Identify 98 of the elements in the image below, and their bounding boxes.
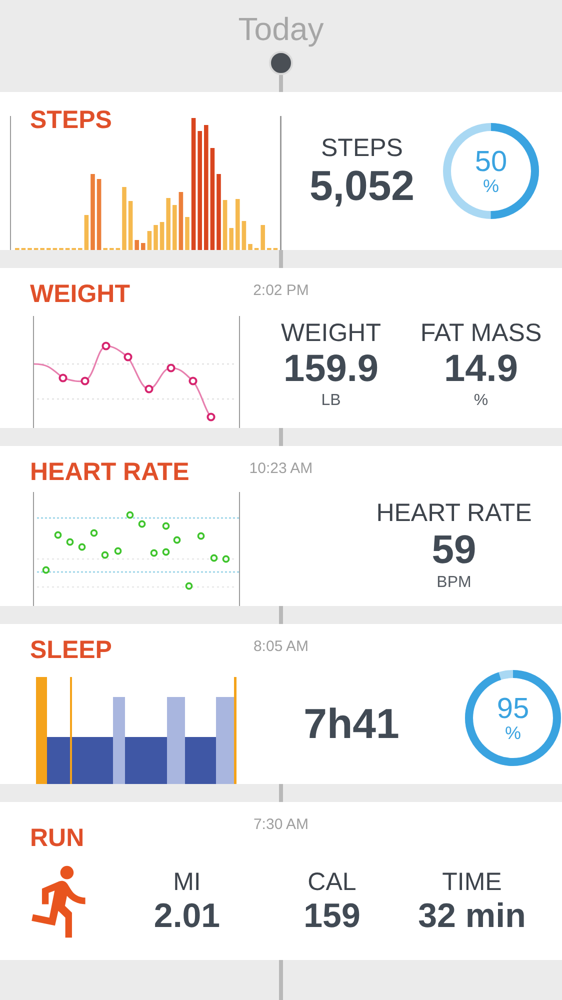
data-point [197, 532, 205, 540]
data-point [90, 530, 98, 537]
chart-bar [248, 244, 252, 250]
time-label: 8:05 AM [253, 637, 309, 658]
chart-bar [40, 248, 44, 250]
stat-unit: % [474, 391, 488, 412]
chart-bar [185, 217, 190, 250]
chart-bar [96, 179, 102, 250]
chart-bar [229, 228, 234, 250]
chart-bar [103, 248, 108, 250]
chart-bar [178, 192, 184, 250]
chart-bar [46, 248, 51, 250]
stat-unit: LB [321, 391, 341, 412]
chart-bar [166, 198, 170, 250]
data-point [150, 550, 158, 557]
chart-bar [222, 200, 228, 250]
data-point [78, 544, 86, 551]
chart-bar [28, 248, 32, 250]
deep-sleep-bar [185, 737, 216, 784]
stat-label: CAL [308, 867, 356, 898]
stat-value: 159 [304, 897, 360, 936]
stat-unit: BPM [436, 573, 472, 594]
stat-value: 159.9 [283, 348, 379, 390]
chart-bar [122, 187, 126, 250]
time-label: 2:02 PM [253, 280, 309, 301]
deep-sleep-bar [47, 737, 70, 784]
chart-bar [147, 231, 152, 250]
chart-bar [59, 248, 64, 250]
data-point [173, 536, 181, 544]
chart-bar [172, 205, 177, 250]
data-point [210, 554, 218, 562]
data-point [126, 512, 134, 519]
chart-bar [254, 248, 259, 250]
stat-value: 59 [432, 528, 476, 572]
deep-sleep-bar [125, 737, 167, 784]
data-point [166, 364, 176, 373]
data-point [144, 384, 154, 394]
card-title: HEART RATE [29, 458, 190, 486]
chart-bar [236, 199, 240, 250]
data-point [206, 412, 216, 422]
timeline-dot [269, 51, 293, 75]
stat-label: MI [173, 867, 201, 898]
data-point [162, 522, 170, 530]
stat-label: WEIGHT [281, 318, 381, 348]
data-point [124, 352, 132, 362]
chart-bar [267, 248, 272, 250]
stat-label: TIME [442, 867, 502, 898]
stat-value: 32 min [418, 897, 526, 936]
data-point [138, 520, 146, 528]
stat-label: STEPS [321, 133, 403, 164]
date-title: Today [238, 10, 324, 48]
chart-bar [141, 243, 146, 250]
chart-bar [160, 222, 164, 250]
data-point [188, 376, 198, 386]
chart-bar [84, 215, 89, 250]
data-point [185, 582, 193, 590]
data-point [114, 548, 122, 555]
data-point [58, 374, 68, 383]
data-point [54, 532, 62, 539]
data-point [162, 548, 170, 556]
chart-bar [116, 248, 120, 250]
chart-bar [273, 248, 278, 250]
stat-value: 14.9 [444, 348, 518, 390]
chart-bar [21, 248, 26, 250]
ring-unit: % [504, 724, 521, 742]
ring-value: 50 [474, 147, 508, 178]
stat-value: 2.01 [154, 897, 220, 936]
chart-bar [242, 221, 246, 250]
chart-bar [154, 225, 158, 250]
card-title: WEIGHT [29, 280, 130, 308]
time-label: 10:23 AM [249, 459, 313, 480]
data-point [80, 376, 90, 386]
stat-label: HEART RATE [376, 498, 532, 528]
card-title: STEPS [29, 106, 112, 134]
chart-bar [128, 201, 133, 250]
chart-bar [34, 248, 38, 250]
data-point [101, 552, 109, 559]
ring-unit: % [482, 177, 499, 196]
chart-bar [15, 248, 20, 250]
data-point [102, 342, 110, 351]
stat-value: 5,052 [309, 163, 415, 210]
stat-value: 7h41 [304, 701, 400, 748]
data-point [222, 556, 230, 563]
data-point [66, 538, 74, 546]
stat-label: FAT MASS [420, 318, 542, 348]
chart-bar [72, 248, 76, 250]
chart-bar [65, 248, 70, 250]
deep-sleep-bar [72, 737, 113, 784]
chart-bar [78, 248, 82, 250]
card-title: RUN [29, 823, 84, 852]
chart-bar [134, 240, 139, 250]
chart-bar [110, 248, 114, 250]
ring-value: 95 [496, 694, 530, 724]
card-title: SLEEP [29, 636, 112, 664]
time-label: 7:30 AM [253, 815, 309, 836]
chart-bar [260, 225, 265, 250]
data-point [42, 566, 50, 574]
chart-bar [52, 248, 58, 250]
